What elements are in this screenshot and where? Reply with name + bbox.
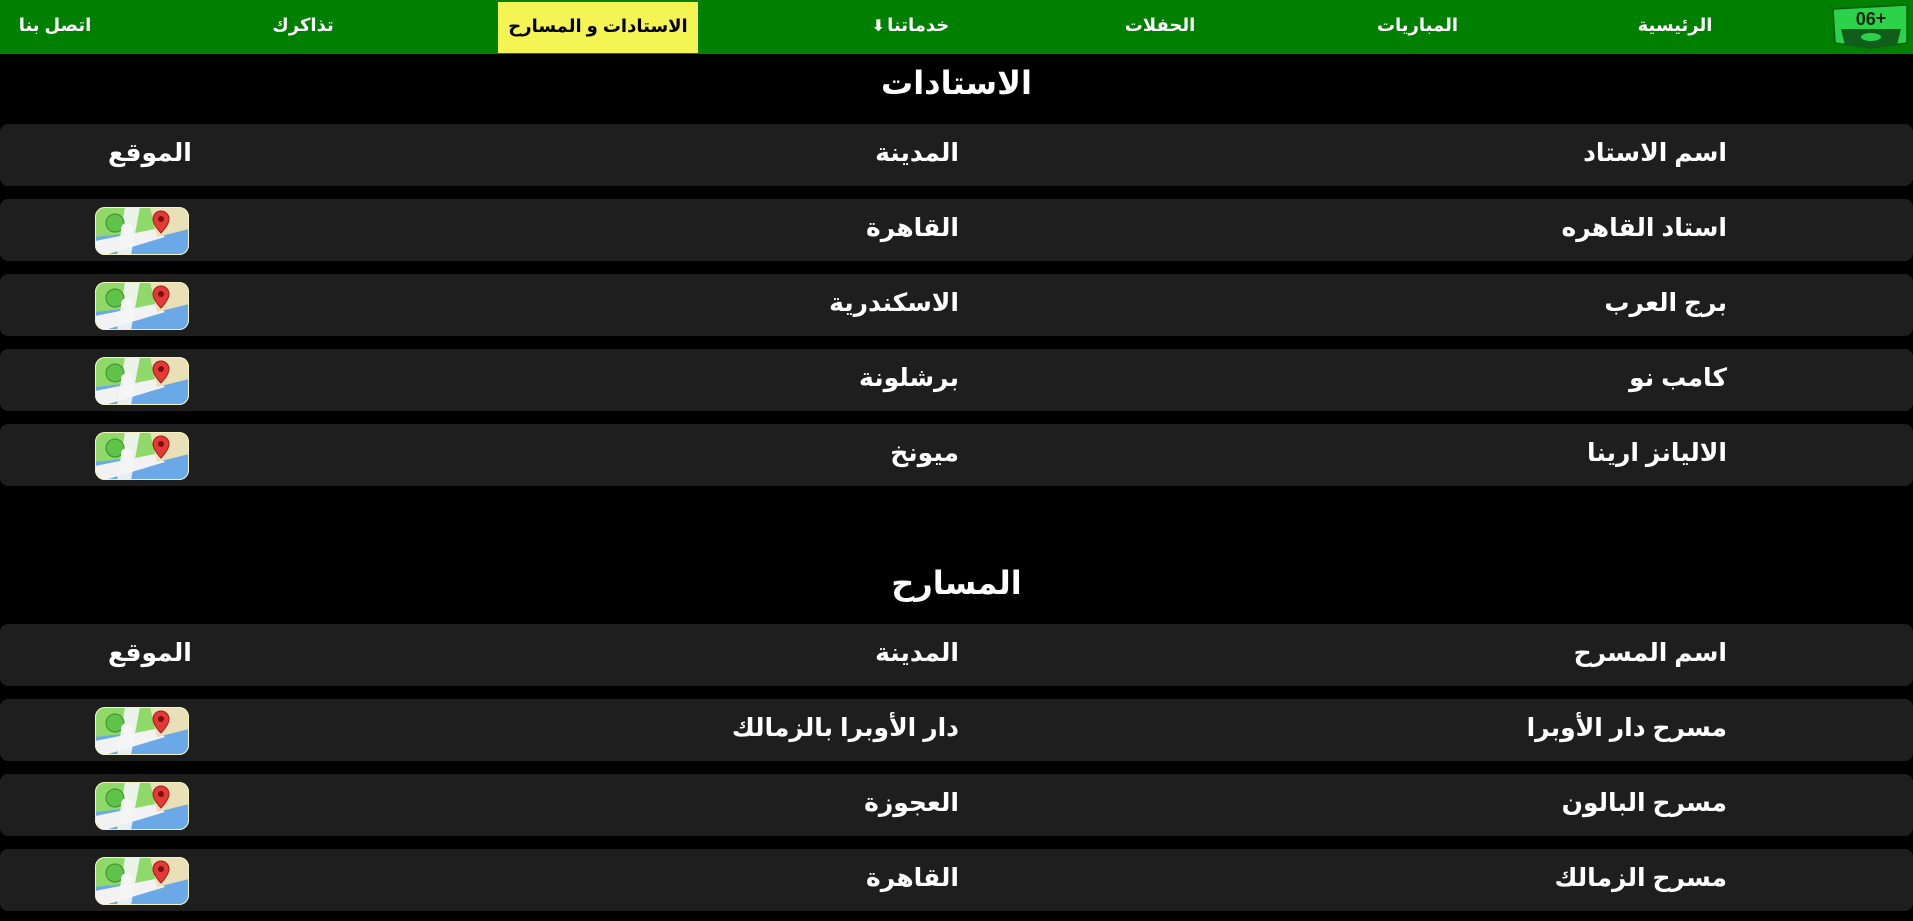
header-location: الموقع: [108, 139, 192, 167]
nav-tickets[interactable]: تذاكرك: [258, 0, 348, 54]
nav-services-label: خدماتنا: [887, 15, 950, 35]
google-maps-icon[interactable]: [95, 707, 189, 755]
theaters-header-row: اسم المسرح المدينة الموقع: [0, 624, 1913, 686]
header-city: المدينة: [875, 139, 959, 167]
venue-city: العجوزة: [864, 789, 959, 817]
nav-contact[interactable]: اتصل بنا: [10, 0, 100, 54]
top-navbar: +90 الرئيسية المباريات الحفلات ⬇ خدماتنا …: [0, 0, 1913, 54]
table-row: مسرح دار الأوبرا دار الأوبرا بالزمالك: [0, 699, 1913, 761]
table-row: الاليانز ارينا ميونخ: [0, 424, 1913, 486]
header-name: اسم المسرح: [1573, 639, 1727, 667]
stadiums-header-row: اسم الاستاد المدينة الموقع: [0, 124, 1913, 186]
header-city: المدينة: [875, 639, 959, 667]
table-row: مسرح البالون العجوزة: [0, 774, 1913, 836]
table-row: برج العرب الاسكندرية: [0, 274, 1913, 336]
google-maps-icon[interactable]: [95, 857, 189, 905]
ticket-logo-icon[interactable]: +90: [1831, 3, 1909, 49]
nav-home[interactable]: الرئيسية: [1630, 0, 1720, 54]
table-row: مسرح الزمالك القاهرة: [0, 849, 1913, 911]
venue-name: الاليانز ارينا: [1587, 439, 1727, 467]
google-maps-icon[interactable]: [95, 282, 189, 330]
nav-matches[interactable]: المباريات: [1370, 0, 1465, 54]
venue-name: مسرح دار الأوبرا: [1526, 714, 1727, 742]
venue-city: القاهرة: [866, 214, 959, 242]
google-maps-icon[interactable]: [95, 207, 189, 255]
google-maps-icon[interactable]: [95, 782, 189, 830]
table-row: كامب نو برشلونة: [0, 349, 1913, 411]
venue-city: دار الأوبرا بالزمالك: [731, 714, 959, 742]
logo-text: +90: [1856, 8, 1887, 28]
nav-concerts[interactable]: الحفلات: [1110, 0, 1210, 54]
theaters-title: المسارح: [891, 565, 1022, 601]
stadiums-title: الاستادات: [881, 65, 1032, 101]
table-row: استاد القاهره القاهرة: [0, 199, 1913, 261]
venue-name: كامب نو: [1629, 364, 1727, 392]
venue-city: الاسكندرية: [829, 289, 959, 317]
venue-city: القاهرة: [866, 864, 959, 892]
nav-services[interactable]: ⬇ خدماتنا: [858, 0, 963, 54]
chevron-down-icon: ⬇: [871, 18, 886, 35]
venue-city: ميونخ: [890, 439, 959, 467]
google-maps-icon[interactable]: [95, 432, 189, 480]
venue-name: استاد القاهره: [1561, 214, 1727, 242]
venue-city: برشلونة: [859, 364, 959, 392]
google-maps-icon[interactable]: [95, 357, 189, 405]
venue-name: مسرح البالون: [1561, 789, 1727, 817]
venue-name: برج العرب: [1604, 289, 1727, 317]
header-name: اسم الاستاد: [1583, 139, 1727, 167]
nav-venues[interactable]: الاستادات و المسارح: [498, 2, 698, 53]
header-location: الموقع: [108, 639, 192, 667]
venue-name: مسرح الزمالك: [1554, 864, 1727, 892]
